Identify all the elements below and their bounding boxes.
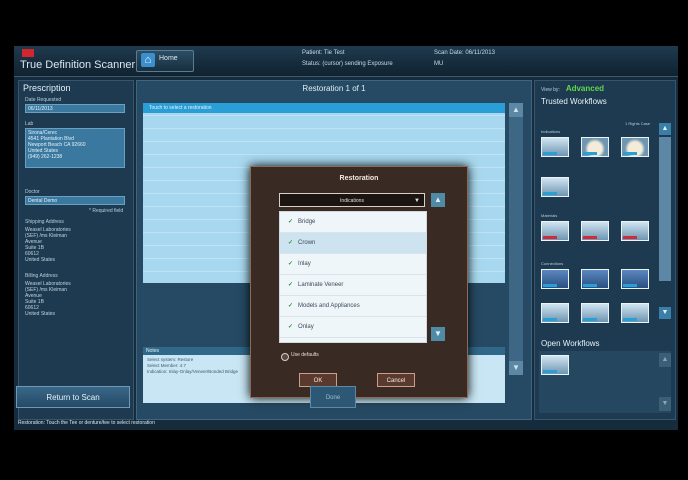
trusted-workflows-title: Trusted Workflows	[541, 97, 607, 106]
home-label: Home	[159, 55, 178, 62]
item-label: Bridge	[298, 219, 316, 225]
indications-label: Indications	[541, 129, 561, 134]
workflow-thumb-7[interactable]	[621, 221, 649, 241]
view-by-value: Advanced	[565, 84, 605, 93]
open-scroll-down-button[interactable]: ▼	[659, 397, 671, 411]
check-icon: ✓	[288, 240, 294, 246]
item-label: Inlay	[298, 261, 311, 267]
check-icon: ✓	[288, 303, 294, 309]
main-scrollbar[interactable]	[509, 103, 523, 375]
workflow-thumb-10[interactable]	[621, 269, 649, 289]
restoration-dialog: Restoration Indications ▼ ▲ ✓ Bridge ✓ Cro…	[250, 166, 468, 398]
indications-dropdown[interactable]: Indications ▼	[279, 193, 425, 207]
ok-button[interactable]: OK	[299, 373, 337, 387]
billing-address: Weasel Laboratories (SEF) /ms Kleiman Av…	[25, 281, 71, 317]
status-bar-text: Restoration: Touch the Tee or denture/te…	[18, 420, 155, 426]
patient-label: Patient: Tie Test	[302, 50, 345, 56]
use-defaults-label: Use defaults	[291, 352, 319, 358]
workflows-panel: View by: Advanced Trusted Workflows 1 Rig…	[534, 80, 676, 420]
grid-header: Touch to select a restoration	[143, 103, 505, 113]
open-workflow-thumb[interactable]	[541, 355, 569, 375]
top-bar: True Definition Scanner ⌂ Home Patient: …	[14, 46, 678, 77]
doctor-label: Doctor	[25, 189, 40, 195]
list-item-inlay[interactable]: ✓ Inlay	[280, 254, 426, 275]
view-by[interactable]: View by: Advanced	[541, 84, 604, 93]
list-item-models-appliances[interactable]: ✓ Models and Appliances	[280, 296, 426, 317]
app-title: True Definition Scanner	[20, 59, 136, 71]
workflows-scroll-up-button[interactable]: ▲	[659, 123, 671, 135]
indications-list: ✓ Bridge ✓ Crown ✓ Inlay ✓ Laminate Veneer ✓…	[279, 211, 427, 343]
date-requested-field[interactable]: 06/11/2013	[25, 104, 125, 113]
open-scroll-up-button[interactable]: ▲	[659, 353, 671, 367]
item-label: Laminate Veneer	[298, 282, 344, 288]
workflow-thumb-8[interactable]	[541, 269, 569, 289]
open-workflows-area	[539, 351, 671, 413]
list-scroll-up-button[interactable]: ▲	[431, 193, 445, 207]
prescription-title: Prescription	[23, 83, 71, 93]
workflow-thumb-3[interactable]	[621, 137, 649, 157]
workflow-thumb-6[interactable]	[581, 221, 609, 241]
list-item-crown[interactable]: ✓ Crown	[280, 233, 426, 254]
done-button[interactable]: Done	[310, 386, 356, 408]
connections-label: Connections	[541, 261, 564, 266]
home-button[interactable]: ⌂ Home	[136, 50, 194, 72]
use-defaults-radio[interactable]	[281, 353, 289, 361]
date-requested-label: Date Requested	[25, 97, 62, 103]
check-icon: ✓	[288, 282, 294, 288]
shipping-address: Weasel Laboratories (SEF) /ms Kleiman Av…	[25, 227, 71, 263]
materials-label: Materials	[541, 213, 558, 218]
workflow-thumb-5[interactable]	[541, 221, 569, 241]
main-scroll-up-button[interactable]: ▲	[509, 103, 523, 117]
item-label: Crown	[298, 240, 316, 246]
workflow-thumb-12[interactable]	[581, 303, 609, 323]
list-scroll-down-button[interactable]: ▼	[431, 327, 445, 341]
dialog-title: Restoration	[339, 175, 379, 182]
list-item-onlay[interactable]: ✓ Onlay	[280, 317, 426, 338]
workflows-scrollbar[interactable]	[659, 137, 671, 281]
lab-field[interactable]: Sirona/Cerec 4541 Plantation Blvd Newpor…	[25, 128, 125, 168]
return-to-scan-button[interactable]: Return to Scan	[16, 386, 130, 408]
status-label: Status: (cursor) sending Exposure	[302, 61, 393, 67]
check-icon: ✓	[288, 219, 294, 225]
list-item-bridge[interactable]: ✓ Bridge	[280, 212, 426, 233]
chevron-down-icon: ▼	[414, 198, 420, 204]
cancel-button[interactable]: Cancel	[377, 373, 415, 387]
app-window: True Definition Scanner ⌂ Home Patient: …	[14, 46, 678, 430]
billing-label: Billing Address	[25, 273, 58, 279]
restoration-title: Restoration 1 of 1	[302, 84, 366, 93]
shipping-label: Shipping Address	[25, 219, 64, 225]
brand-logo-icon	[22, 49, 34, 57]
workflow-thumb-9[interactable]	[581, 269, 609, 289]
select-label: 1 Rights Case	[625, 121, 651, 126]
lab-label: Lab	[25, 121, 34, 127]
item-label: Onlay	[298, 324, 314, 330]
list-item-laminate-veneer[interactable]: ✓ Laminate Veneer	[280, 275, 426, 296]
workflow-thumb-1[interactable]	[541, 137, 569, 157]
doctor-field[interactable]: Dental Demo	[25, 196, 125, 205]
open-workflows-title: Open Workflows	[541, 339, 600, 348]
home-icon: ⌂	[141, 53, 155, 67]
prescription-panel: Prescription Date Requested 06/11/2013 L…	[18, 80, 134, 420]
workflow-thumb-11[interactable]	[541, 303, 569, 323]
dropdown-value: Indications	[340, 198, 364, 204]
main-scroll-down-button[interactable]: ▼	[509, 361, 523, 375]
check-icon: ✓	[288, 261, 294, 267]
scan-date-label: Scan Date: 06/11/2013	[434, 50, 495, 56]
required-note: * Required field	[89, 208, 124, 214]
topbar-extra-label: MU	[434, 61, 444, 67]
workflow-thumb-13[interactable]	[621, 303, 649, 323]
check-icon: ✓	[288, 324, 294, 330]
item-label: Models and Appliances	[298, 303, 360, 309]
workflow-thumb-2[interactable]	[581, 137, 609, 157]
view-by-label: View by:	[541, 87, 560, 93]
workflows-scroll-down-button[interactable]: ▼	[659, 307, 671, 319]
workflow-thumb-4[interactable]	[541, 177, 569, 197]
